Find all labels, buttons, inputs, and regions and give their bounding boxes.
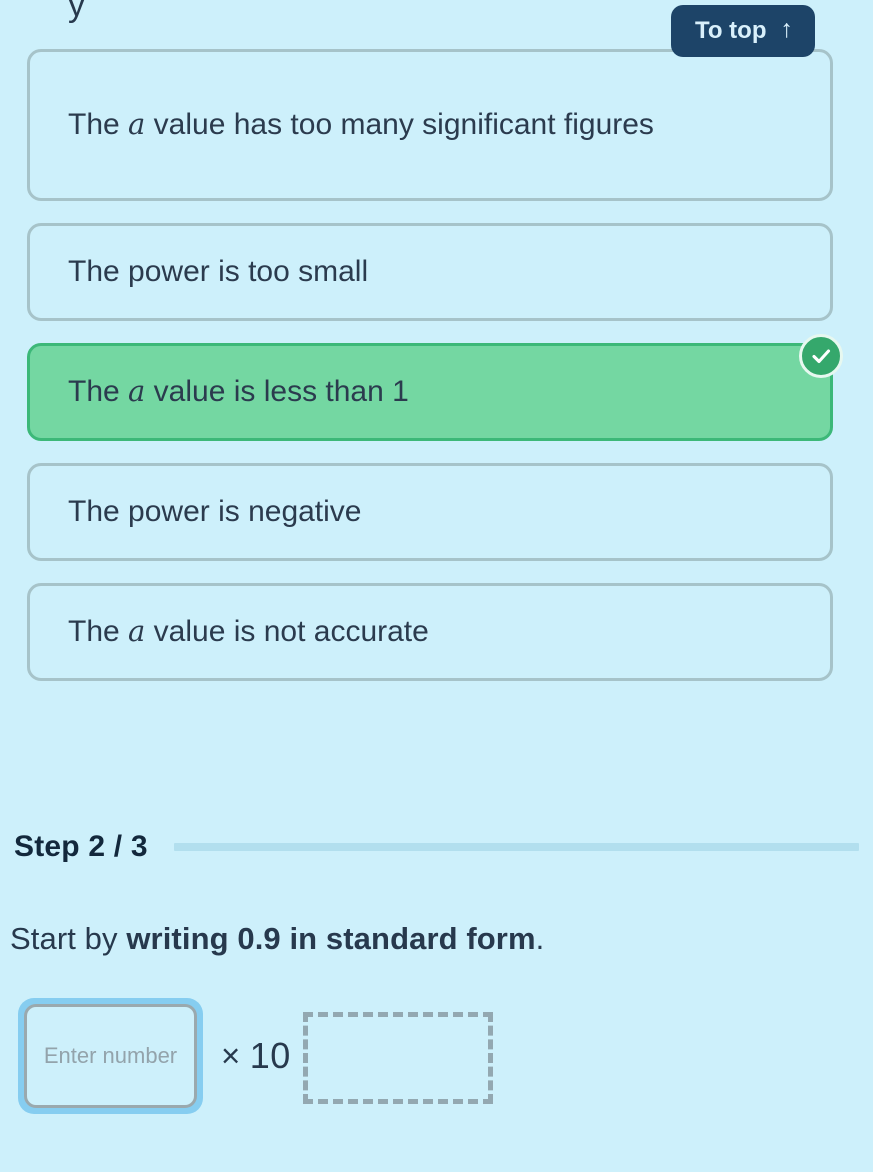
number-input-focus-ring: [18, 998, 203, 1114]
answer-option-2[interactable]: The a value is less than 1: [27, 334, 843, 441]
answer-option-label: The power is negative: [68, 494, 362, 528]
answer-option-label: The a value is not accurate: [68, 613, 429, 648]
answer-options-list: The a value has too many significant fig…: [27, 49, 843, 703]
arrow-up-icon: ↑: [780, 15, 794, 43]
number-input[interactable]: [24, 1004, 197, 1108]
instruction-tail: .: [535, 921, 545, 956]
step-label: Step 2 / 3: [14, 830, 148, 863]
base-ten-label: 10: [249, 1035, 291, 1076]
cut-off-question-text: y: [68, 0, 85, 24]
instruction-lead: Start by: [10, 921, 127, 956]
to-top-label: To top: [694, 16, 767, 44]
answer-option-0[interactable]: The a value has too many significant fig…: [27, 49, 833, 201]
answer-option-4[interactable]: The a value is not accurate: [27, 583, 833, 681]
to-top-button[interactable]: To top ↑: [670, 5, 815, 57]
answer-option-label: The a value is less than 1: [68, 373, 409, 408]
math-variable-a: a: [128, 613, 146, 648]
check-circle-icon: [799, 334, 843, 378]
answer-option-label: The a value has too many significant fig…: [68, 106, 654, 141]
exponent-input-placeholder-box[interactable]: [302, 1012, 493, 1104]
answer-option-label: The power is too small: [68, 254, 369, 288]
multiplication-icon: ×: [221, 1037, 241, 1074]
math-variable-a: a: [128, 106, 146, 141]
times-ten-expression: × 10: [221, 1035, 291, 1077]
answer-entry-row: × 10: [18, 998, 493, 1114]
answer-option-1[interactable]: The power is too small: [27, 223, 833, 321]
instruction-text: Start by writing 0.9 in standard form.: [10, 921, 544, 957]
instruction-bold: writing 0.9 in standard form: [126, 921, 536, 956]
step-progress-track: [173, 843, 859, 851]
math-variable-a: a: [128, 373, 146, 408]
step-progress: Step 2 / 3: [14, 830, 859, 864]
answer-option-3[interactable]: The power is negative: [27, 463, 833, 561]
